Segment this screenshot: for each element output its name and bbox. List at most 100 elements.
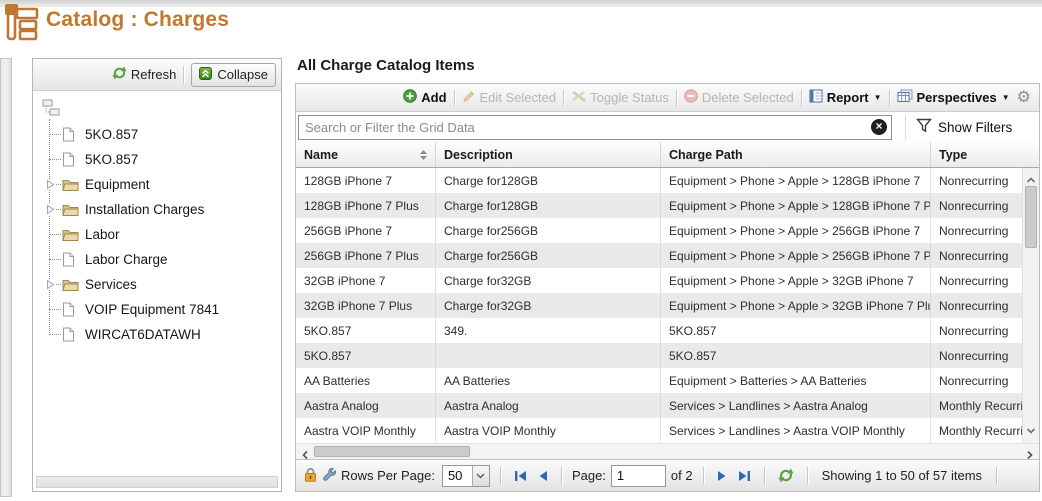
table-cell: AA Batteries: [296, 368, 436, 393]
toggle-status-label: Toggle Status: [590, 90, 669, 105]
column-header-name[interactable]: Name: [296, 142, 436, 167]
table-cell: Charge for256GB: [436, 243, 661, 268]
page-total-label: of 2: [671, 468, 693, 483]
page-number-input[interactable]: [611, 465, 666, 487]
tree-item-label: VOIP Equipment 7841: [85, 302, 219, 317]
clear-search-icon[interactable]: ×: [871, 119, 887, 135]
add-button[interactable]: Add: [403, 89, 446, 106]
table-row[interactable]: 256GB iPhone 7 PlusCharge for256GBEquipm…: [296, 243, 1022, 268]
column-header-type[interactable]: Type: [931, 142, 1039, 167]
tree-item[interactable]: 5KO.857: [62, 147, 279, 172]
show-filters-label: Show Filters: [938, 120, 1012, 135]
scroll-right-icon[interactable]: [1026, 447, 1034, 465]
tree-toolbar: Refresh Collapse: [33, 59, 281, 91]
filter-funnel-icon: [916, 118, 932, 136]
table-cell: 256GB iPhone 7 Plus: [296, 243, 436, 268]
table-cell: Services > Landlines > Aastra VOIP Month…: [661, 418, 931, 443]
tree-item-label: Labor Charge: [85, 252, 168, 267]
horizontal-scrollbar[interactable]: [296, 443, 1039, 459]
tree-collapse-button[interactable]: Collapse: [191, 63, 276, 87]
panel-splitter[interactable]: [0, 58, 12, 497]
grid-search-row: × Show Filters: [296, 112, 1039, 142]
tree-item[interactable]: Labor Charge: [62, 247, 279, 272]
table-row[interactable]: AA BatteriesAA BatteriesEquipment > Batt…: [296, 368, 1022, 393]
table-row[interactable]: Aastra AnalogAastra AnalogServices > Lan…: [296, 393, 1022, 418]
scroll-down-icon[interactable]: [1026, 422, 1036, 440]
perspectives-menu-button[interactable]: Perspectives ▼: [897, 89, 1010, 106]
footer-separator: [996, 467, 997, 485]
table-cell: Charge for32GB: [436, 268, 661, 293]
table-row[interactable]: 128GB iPhone 7 PlusCharge for128GBEquipm…: [296, 193, 1022, 218]
table-row[interactable]: 32GB iPhone 7Charge for32GBEquipment > P…: [296, 268, 1022, 293]
scroll-left-icon[interactable]: [301, 447, 309, 465]
delete-selected-button[interactable]: Delete Selected: [684, 89, 794, 106]
tree-item[interactable]: WIRCAT6DATAWH: [62, 322, 279, 347]
edit-selected-label: Edit Selected: [480, 90, 557, 105]
first-page-button[interactable]: [511, 470, 530, 482]
tree-item[interactable]: Equipment: [62, 172, 279, 197]
table-cell: Charge for128GB: [436, 168, 661, 193]
tree-item[interactable]: Services: [62, 272, 279, 297]
table-row[interactable]: Aastra VOIP MonthlyAastra VOIP MonthlySe…: [296, 418, 1022, 443]
table-row[interactable]: 32GB iPhone 7 PlusCharge for32GBEquipmen…: [296, 293, 1022, 318]
tree-item[interactable]: Labor: [62, 222, 279, 247]
horizontal-scrollbar-thumb[interactable]: [314, 446, 470, 457]
rows-per-page-label: Rows Per Page:: [341, 468, 435, 483]
expand-arrow-icon[interactable]: [44, 279, 56, 290]
tree-item-label: Services: [85, 277, 137, 292]
grid-search-input[interactable]: [298, 115, 892, 140]
table-cell: Nonrecurring: [931, 343, 1022, 368]
table-cell: Nonrecurring: [931, 293, 1022, 318]
table-cell: Nonrecurring: [931, 243, 1022, 268]
catalog-tree-panel: Refresh Collapse: [32, 58, 282, 492]
tree-refresh-button[interactable]: Refresh: [112, 66, 177, 83]
table-row[interactable]: 256GB iPhone 7Charge for256GBEquipment >…: [296, 218, 1022, 243]
add-plus-icon: [403, 89, 417, 106]
grid-body: 128GB iPhone 7Charge for128GBEquipment >…: [296, 168, 1039, 443]
file-icon: [62, 152, 79, 167]
table-row[interactable]: 5KO.857349.5KO.857Nonrecurring: [296, 318, 1022, 343]
show-filters-button[interactable]: Show Filters: [916, 118, 1012, 136]
wrench-icon[interactable]: [322, 467, 336, 484]
vertical-scrollbar-thumb[interactable]: [1025, 186, 1037, 248]
delete-minus-icon: [684, 89, 698, 106]
sitemap-icon: [3, 1, 41, 50]
tree-item[interactable]: VOIP Equipment 7841: [62, 297, 279, 322]
rows-per-page-select[interactable]: 50: [442, 465, 490, 487]
toggle-status-icon: [571, 90, 586, 105]
lock-icon[interactable]: [304, 467, 317, 485]
vertical-scrollbar[interactable]: [1022, 168, 1039, 443]
toolbar-separator: [563, 90, 564, 106]
column-header-label: Type: [939, 148, 967, 162]
collapse-icon: [199, 67, 212, 83]
table-row[interactable]: 128GB iPhone 7Charge for128GBEquipment >…: [296, 168, 1022, 193]
table-cell: Nonrecurring: [931, 268, 1022, 293]
tree-horizontal-scrollbar[interactable]: [36, 476, 278, 488]
column-header-description[interactable]: Description: [436, 142, 661, 167]
expand-arrow-icon[interactable]: [44, 179, 56, 190]
grid-refresh-button[interactable]: [775, 468, 797, 483]
toolbar-separator: [183, 66, 184, 84]
expand-arrow-icon[interactable]: [44, 204, 56, 215]
table-row[interactable]: 5KO.8575KO.857Nonrecurring: [296, 343, 1022, 368]
tree-item-label: 5KO.857: [85, 127, 138, 142]
table-cell: [436, 343, 661, 368]
edit-selected-button[interactable]: Edit Selected: [462, 89, 557, 106]
table-cell: Charge for32GB: [436, 293, 661, 318]
table-cell: Nonrecurring: [931, 193, 1022, 218]
footer-separator: [500, 467, 501, 485]
column-header-charge-path[interactable]: Charge Path: [661, 142, 931, 167]
prev-page-button[interactable]: [535, 470, 551, 482]
tree-item[interactable]: 5KO.857: [62, 122, 279, 147]
last-page-button[interactable]: [735, 470, 754, 482]
tree-item[interactable]: Installation Charges: [62, 197, 279, 222]
table-cell: Nonrecurring: [931, 368, 1022, 393]
gear-icon[interactable]: ⚙: [1017, 90, 1031, 106]
next-page-button[interactable]: [714, 470, 730, 482]
toggle-status-button[interactable]: Toggle Status: [571, 90, 669, 105]
column-header-label: Name: [304, 148, 338, 162]
footer-separator: [807, 467, 808, 485]
report-menu-button[interactable]: Report ▼: [809, 89, 882, 106]
perspectives-menu-label: Perspectives: [917, 90, 997, 105]
caret-down-icon: ▼: [874, 93, 882, 102]
